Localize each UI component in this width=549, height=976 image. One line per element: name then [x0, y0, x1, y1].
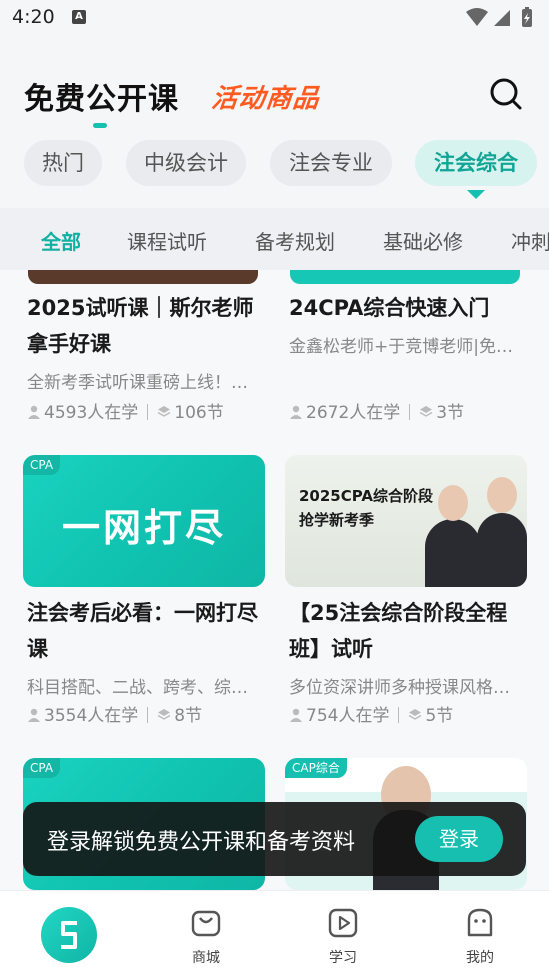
divider	[409, 404, 411, 420]
person-icon	[290, 708, 302, 722]
subtab-basic-required[interactable]: 基础必修	[383, 226, 463, 255]
signal-icon	[494, 10, 510, 26]
profile-icon	[467, 908, 493, 937]
home-logo-icon	[41, 907, 97, 963]
search-icon[interactable]	[488, 76, 524, 112]
subtab-exam-planning[interactable]: 备考规划	[255, 226, 335, 255]
course-list: 2025试听课｜斯尔老师拿手好课 全新考季试听课重磅上线！… 4593人在学 10…	[0, 270, 549, 890]
course-card[interactable]: 2025试听课｜斯尔老师拿手好课 全新考季试听课重磅上线！… 4593人在学 10…	[23, 270, 265, 430]
nav-label: 商城	[192, 950, 220, 966]
category-pill-cpa-professional[interactable]: 注会专业	[270, 140, 392, 186]
course-title: 注会考后必看：一网打尽课	[27, 601, 258, 661]
person-icon	[28, 708, 40, 722]
layers-icon	[157, 406, 171, 417]
wifi-icon	[466, 8, 488, 26]
course-card[interactable]: 24CPA综合快速入门 金鑫松老师+于竞博老师|免… 2672人在学 3节	[285, 270, 527, 430]
course-title: 2025试听课｜斯尔老师拿手好课	[27, 296, 254, 356]
course-tag: CPA	[23, 455, 61, 475]
title-active-indicator	[93, 123, 107, 128]
category-pill-intermediate-accounting[interactable]: 中级会计	[126, 140, 246, 186]
course-desc: 科目搭配、二战、跨考、综…	[27, 678, 248, 698]
course-meta: 4593人在学 106节	[27, 398, 224, 423]
teacher-photo	[487, 477, 517, 513]
course-title: 24CPA综合快速入门	[289, 296, 490, 320]
thumbnail-text: 2025CPA综合阶段	[299, 487, 433, 505]
notification-a-icon: A	[72, 10, 86, 24]
course-card[interactable]: CPA 一网打尽 注会考后必看：一网打尽课 科目搭配、二战、跨考、综… 3554…	[23, 455, 265, 726]
person-icon	[290, 405, 302, 419]
person-icon	[28, 405, 40, 419]
login-prompt-text: 登录解锁免费公开课和备考资料	[47, 830, 356, 855]
course-tag: CAP综合	[285, 758, 347, 778]
play-icon	[328, 908, 358, 938]
nav-profile[interactable]: 我的	[430, 891, 530, 976]
layers-icon	[157, 709, 171, 720]
course-desc: 多位资深讲师多种授课风格…	[289, 678, 510, 698]
page-title[interactable]: 免费公开课	[24, 74, 179, 118]
system-status-icons	[466, 7, 532, 27]
teacher-photo	[477, 513, 527, 587]
lesson-count: 8节	[174, 706, 203, 726]
teacher-photo	[438, 485, 468, 521]
app-screen: 4:20 A 免费公开课 活动商品 热门 中级会计 注会专业 注会综合 全部 课…	[0, 0, 549, 976]
login-prompt-banner: 登录解锁免费公开课和备考资料 登录	[23, 802, 526, 876]
layers-icon	[409, 709, 422, 720]
category-pill-cpa-comprehensive[interactable]: 注会综合	[415, 140, 537, 186]
nav-home[interactable]	[18, 891, 118, 976]
subtab-bar: 全部 课程试听 备考规划 基础必修 冲刺	[0, 208, 549, 270]
subtab-course-trial[interactable]: 课程试听	[127, 226, 207, 255]
thumbnail-text: 抢学新考季	[299, 511, 375, 529]
divider	[147, 404, 149, 420]
divider	[398, 707, 400, 723]
category-pill-hot[interactable]: 热门	[24, 140, 102, 186]
nav-label: 学习	[329, 950, 357, 966]
learner-count: 4593人在学	[44, 403, 139, 423]
course-desc: 金鑫松老师+于竞博老师|免…	[289, 337, 513, 357]
status-bar: 4:20 A	[0, 0, 549, 40]
course-card[interactable]: 2025CPA综合阶段 抢学新考季 【25注会综合阶段全程班】试听 多位资深讲师…	[285, 455, 527, 726]
bottom-nav: 商城 学习 我的	[0, 890, 549, 976]
login-button[interactable]: 登录	[415, 816, 503, 862]
course-desc: 全新考季试听课重磅上线！…	[27, 373, 248, 393]
status-time: 4:20	[12, 6, 55, 28]
learner-count: 3554人在学	[44, 706, 139, 726]
course-meta: 754人在学 5节	[289, 701, 453, 726]
lesson-count: 106节	[174, 403, 224, 423]
course-tag: CPA	[23, 758, 61, 778]
thumbnail-text: 一网打尽	[61, 506, 226, 550]
course-thumbnail: 2025CPA综合阶段 抢学新考季	[285, 455, 527, 587]
nav-shop[interactable]: 商城	[156, 891, 256, 976]
course-meta: 3554人在学 8节	[27, 701, 202, 726]
learner-count: 2672人在学	[306, 403, 401, 423]
lesson-count: 3节	[436, 403, 465, 423]
layers-icon	[419, 406, 433, 417]
course-thumbnail: CPA 一网打尽	[23, 455, 265, 587]
shop-bag-icon	[191, 910, 221, 937]
lesson-count: 5节	[425, 706, 454, 726]
category-active-caret	[467, 190, 485, 199]
course-title: 【25注会综合阶段全程班】试听	[289, 601, 508, 661]
subtab-all[interactable]: 全部	[41, 226, 81, 255]
nav-study[interactable]: 学习	[293, 891, 393, 976]
nav-label: 我的	[466, 950, 494, 966]
divider	[147, 707, 149, 723]
learner-count: 754人在学	[306, 706, 390, 726]
course-meta: 2672人在学 3节	[289, 398, 464, 423]
promo-tab[interactable]: 活动商品	[210, 78, 322, 115]
teacher-photo	[425, 519, 481, 587]
subtab-sprint[interactable]: 冲刺	[511, 226, 549, 255]
